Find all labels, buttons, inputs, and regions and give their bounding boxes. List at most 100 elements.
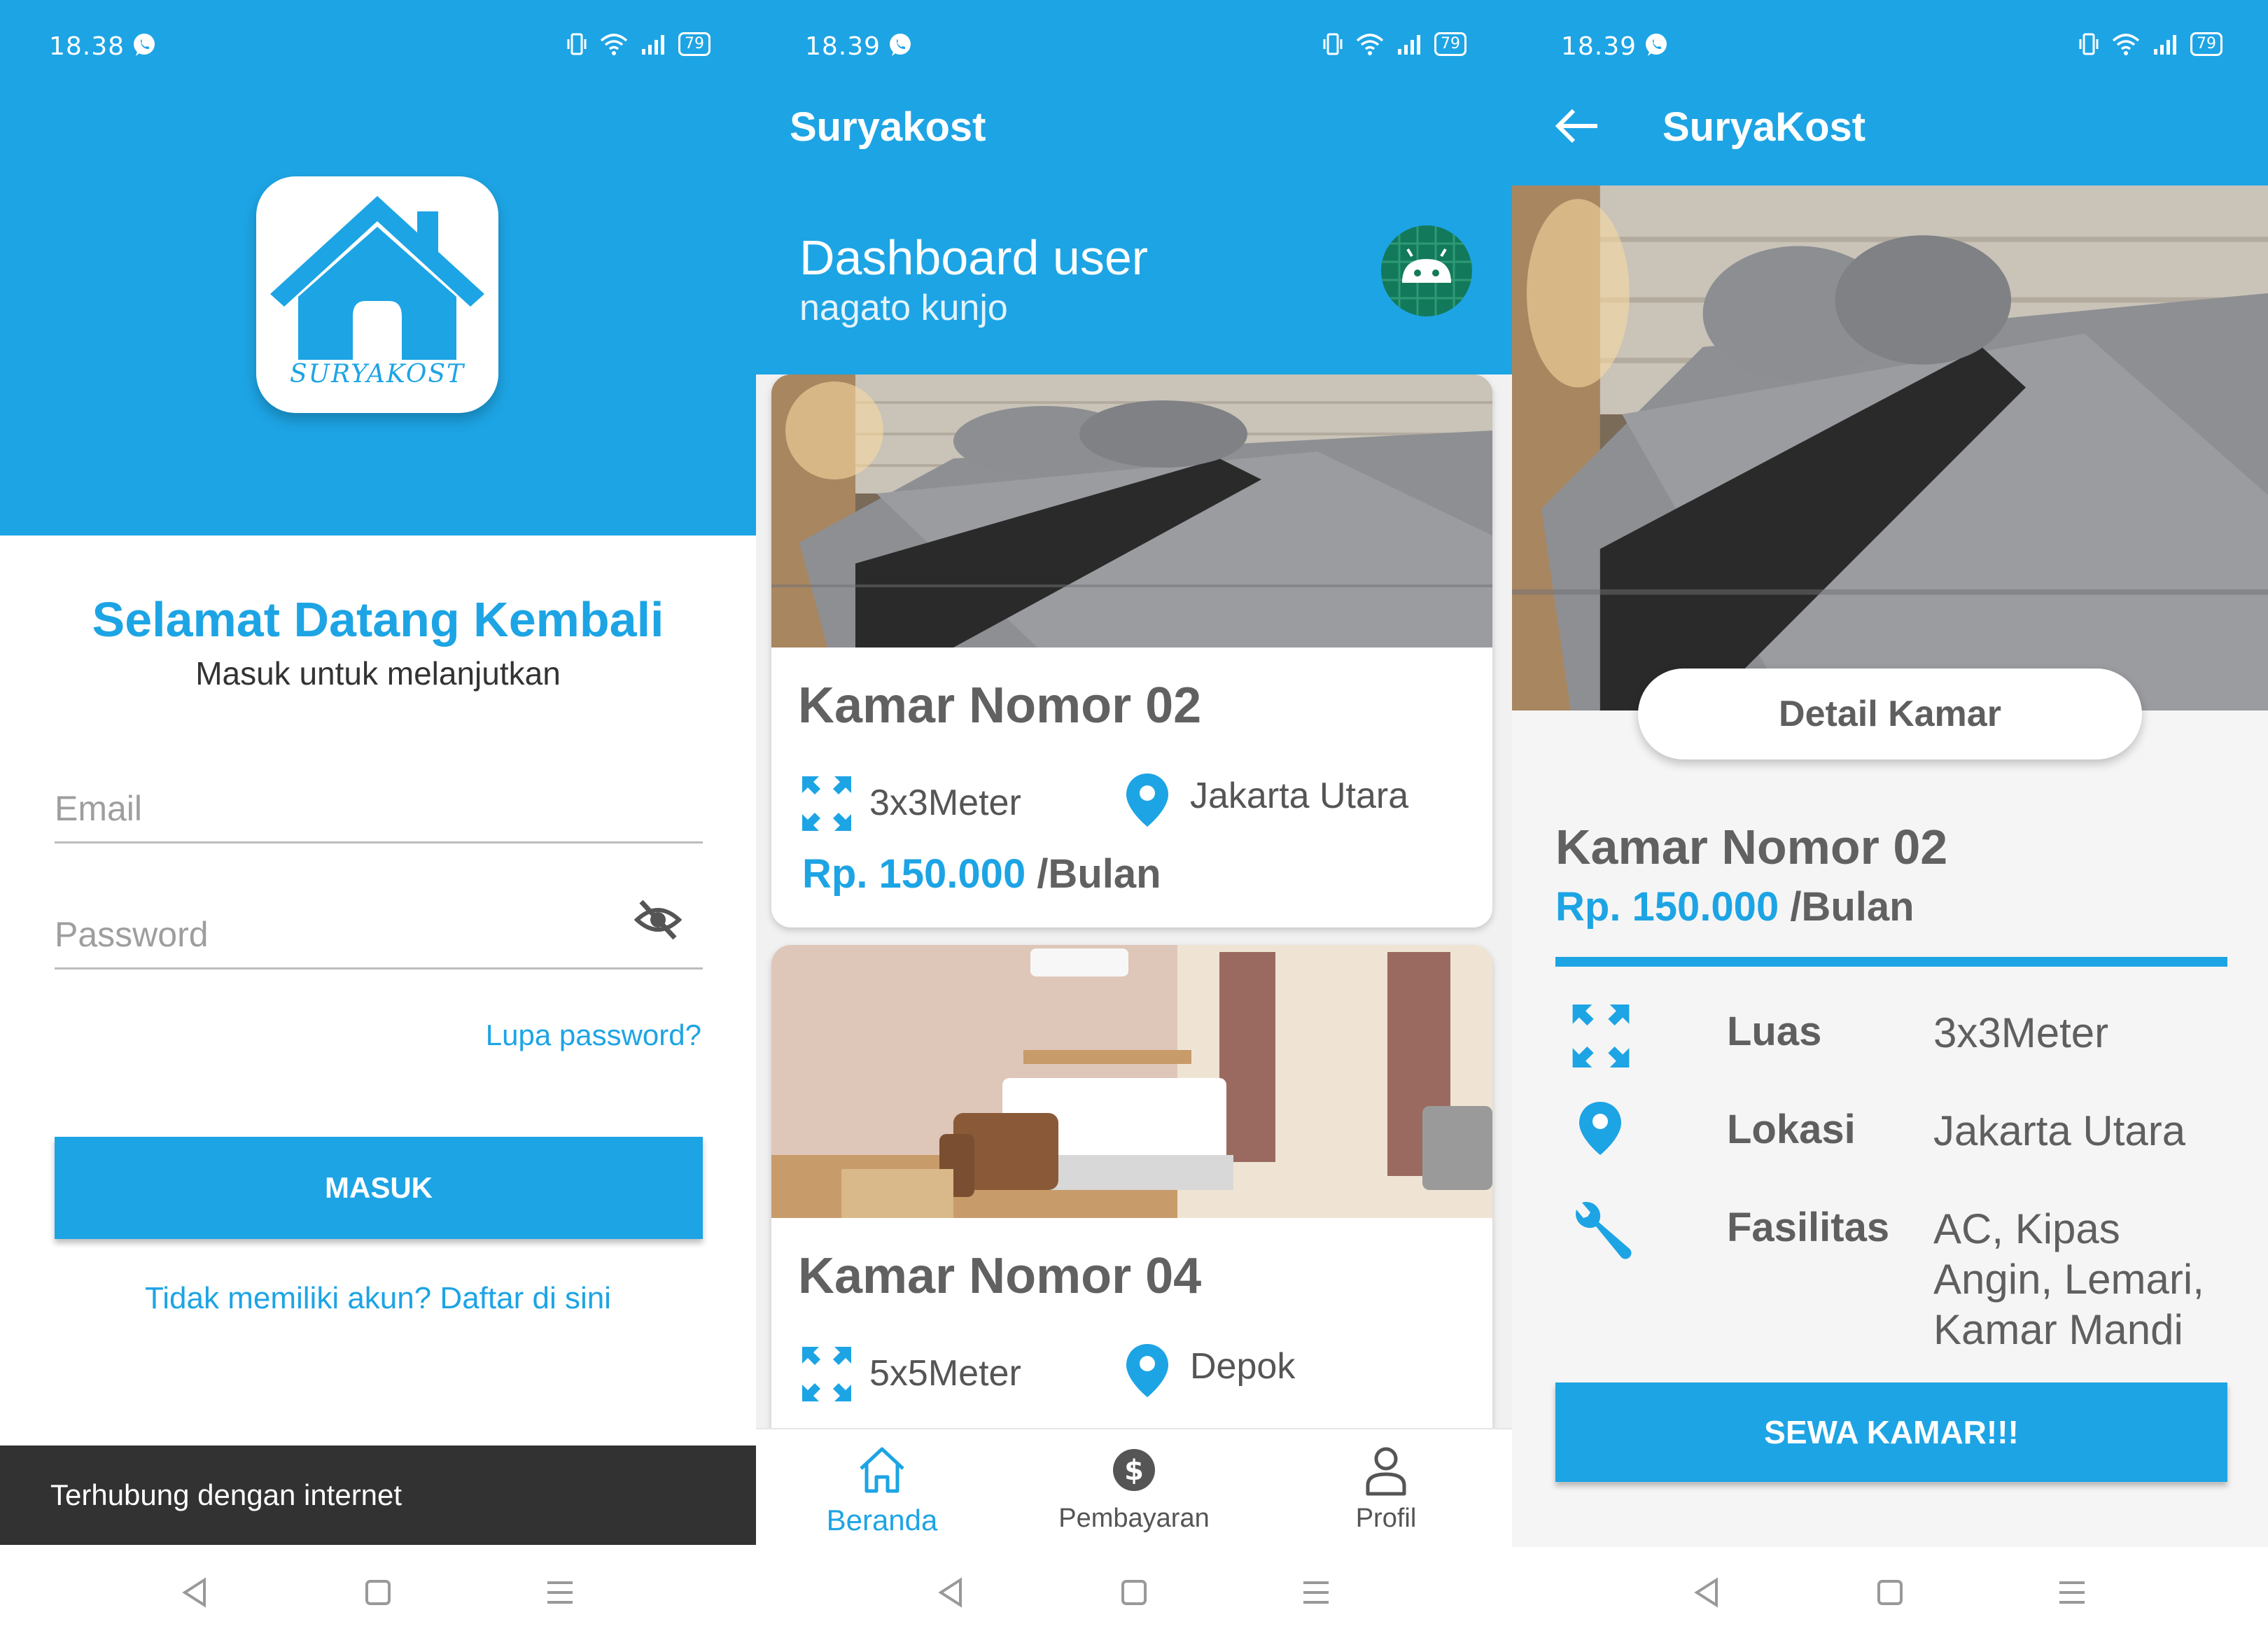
signal-icon bbox=[642, 35, 664, 55]
whatsapp-icon bbox=[1646, 34, 1667, 56]
back-nav-icon[interactable] bbox=[1686, 1572, 1728, 1614]
system-icons: 79 bbox=[566, 32, 710, 56]
detail-label: Luas bbox=[1727, 1009, 1822, 1054]
home-nav-icon[interactable] bbox=[1869, 1572, 1911, 1614]
divider bbox=[1555, 957, 2227, 967]
eye-off-icon[interactable] bbox=[634, 896, 682, 944]
status-bar: 18.38 79 bbox=[0, 0, 756, 91]
signal-icon bbox=[2154, 35, 2176, 55]
back-nav-icon[interactable] bbox=[174, 1572, 216, 1614]
dashboard-title: Dashboard user bbox=[799, 230, 1149, 285]
room-size: 5x5Meter bbox=[869, 1353, 1021, 1394]
person-icon bbox=[1366, 1447, 1406, 1496]
dashboard-screen: 18.39 79 Suryakost Dashboard user nagato… bbox=[756, 0, 1512, 1638]
vibrate-icon bbox=[2079, 33, 2099, 55]
status-time: 18.38 bbox=[49, 32, 125, 61]
room-card[interactable]: Kamar Nomor 04 5x5Meter Depok bbox=[771, 945, 1492, 1428]
menu-nav-icon[interactable] bbox=[2051, 1572, 2093, 1614]
room-photo bbox=[771, 945, 1492, 1218]
menu-nav-icon[interactable] bbox=[539, 1572, 581, 1614]
expand-icon bbox=[802, 776, 851, 831]
vibrate-icon bbox=[567, 33, 587, 55]
whatsapp-icon bbox=[890, 34, 911, 56]
back-arrow-icon[interactable] bbox=[1553, 105, 1602, 147]
login-button[interactable]: MASUK bbox=[55, 1137, 703, 1239]
room-card[interactable]: Kamar Nomor 02 3x3Meter Jakarta Utara Rp… bbox=[771, 374, 1492, 927]
status-bar: 18.39 79 bbox=[1512, 0, 2268, 91]
tab-pembayaran[interactable]: $ Pembayaran bbox=[1008, 1442, 1260, 1534]
system-icons: 79 bbox=[2078, 32, 2222, 56]
welcome-subtitle: Masuk untuk melanjutkan bbox=[195, 655, 561, 692]
bottom-navigation: Beranda $ Pembayaran Profil bbox=[756, 1428, 1512, 1547]
home-nav-icon[interactable] bbox=[357, 1572, 399, 1614]
rent-room-button[interactable]: SEWA KAMAR!!! bbox=[1555, 1382, 2227, 1482]
room-location: Jakarta Utara bbox=[1190, 776, 1409, 816]
logo-text: SURYAKOST bbox=[289, 360, 465, 388]
location-pin-icon bbox=[1126, 1344, 1168, 1397]
location-pin-icon bbox=[1579, 1102, 1621, 1155]
app-title: Suryakost bbox=[790, 104, 986, 150]
dollar-icon: $ bbox=[1113, 1449, 1155, 1491]
room-name: Kamar Nomor 04 bbox=[798, 1248, 1202, 1304]
username: nagato kunjo bbox=[799, 288, 1008, 328]
wrench-icon bbox=[1576, 1202, 1632, 1259]
detail-value: Jakarta Utara bbox=[1933, 1107, 2186, 1154]
detail-kamar-label: Detail Kamar bbox=[1638, 668, 2142, 760]
room-name: Kamar Nomor 02 bbox=[798, 678, 1202, 734]
battery-indicator: 79 bbox=[2190, 32, 2222, 56]
status-bar: 18.39 79 bbox=[756, 0, 1512, 91]
home-nav-icon[interactable] bbox=[1113, 1572, 1155, 1614]
wifi-icon bbox=[2112, 34, 2140, 55]
signal-icon bbox=[1398, 35, 1420, 55]
password-input[interactable] bbox=[55, 914, 629, 955]
wifi-icon bbox=[600, 34, 628, 55]
system-navbar bbox=[0, 1547, 756, 1638]
room-location: Depok bbox=[1190, 1346, 1296, 1387]
room-size: 3x3Meter bbox=[869, 783, 1021, 823]
android-icon bbox=[1381, 225, 1472, 316]
welcome-title: Selamat Datang Kembali bbox=[92, 592, 664, 647]
system-navbar bbox=[756, 1547, 1512, 1638]
tab-profil[interactable]: Profil bbox=[1260, 1442, 1512, 1534]
whatsapp-icon bbox=[134, 34, 155, 56]
menu-nav-icon[interactable] bbox=[1295, 1572, 1337, 1614]
back-nav-icon[interactable] bbox=[930, 1572, 972, 1614]
vibrate-icon bbox=[1323, 33, 1343, 55]
room-detail-screen: 18.39 79 SuryaKost Detail Kamar Kamar No… bbox=[1512, 0, 2268, 1638]
battery-indicator: 79 bbox=[678, 32, 710, 56]
email-input[interactable] bbox=[55, 788, 629, 829]
detail-label: Fasilitas bbox=[1727, 1205, 1890, 1250]
room-price: Rp. 150.000 /Bulan bbox=[802, 850, 1161, 897]
tab-beranda[interactable]: Beranda bbox=[756, 1442, 1008, 1537]
avatar[interactable] bbox=[1381, 225, 1472, 316]
price-value: Rp. 150.000 bbox=[802, 851, 1026, 897]
room-photo bbox=[771, 374, 1492, 648]
expand-icon bbox=[1572, 1004, 1630, 1068]
status-time: 18.39 bbox=[805, 32, 881, 61]
register-link[interactable]: Tidak memiliki akun? Daftar di sini bbox=[0, 1281, 756, 1316]
svg-text:$: $ bbox=[1124, 1455, 1144, 1487]
email-field bbox=[55, 766, 703, 844]
location-pin-icon bbox=[1126, 774, 1168, 827]
home-icon bbox=[860, 1447, 904, 1493]
forgot-password-link[interactable]: Lupa password? bbox=[486, 1018, 701, 1052]
price-period: /Bulan bbox=[1026, 851, 1161, 897]
password-field bbox=[55, 892, 703, 969]
app-logo: SURYAKOST bbox=[256, 176, 498, 413]
wifi-icon bbox=[1356, 34, 1384, 55]
login-screen: 18.38 79 SURYAKOST Selamat Datang Kembal… bbox=[0, 0, 756, 1638]
room-name: Kamar Nomor 02 bbox=[1555, 820, 1948, 874]
room-price: Rp. 150.000 /Bulan bbox=[1555, 883, 1914, 930]
battery-indicator: 79 bbox=[1434, 32, 1466, 56]
tab-label: Pembayaran bbox=[1058, 1504, 1210, 1533]
status-time: 18.39 bbox=[1561, 32, 1637, 61]
tab-label: Beranda bbox=[826, 1504, 938, 1536]
expand-icon bbox=[802, 1347, 851, 1401]
room-list[interactable]: Kamar Nomor 02 3x3Meter Jakarta Utara Rp… bbox=[756, 374, 1512, 1428]
price-value: Rp. 150.000 bbox=[1555, 884, 1779, 930]
system-navbar bbox=[1512, 1547, 2268, 1638]
snackbar: Terhubung dengan internet bbox=[0, 1446, 756, 1545]
detail-value: 3x3Meter bbox=[1933, 1009, 2109, 1056]
detail-value: AC, Kipas Angin, Lemari, Kamar Mandi bbox=[1933, 1205, 2204, 1353]
room-photo bbox=[1512, 186, 2268, 710]
